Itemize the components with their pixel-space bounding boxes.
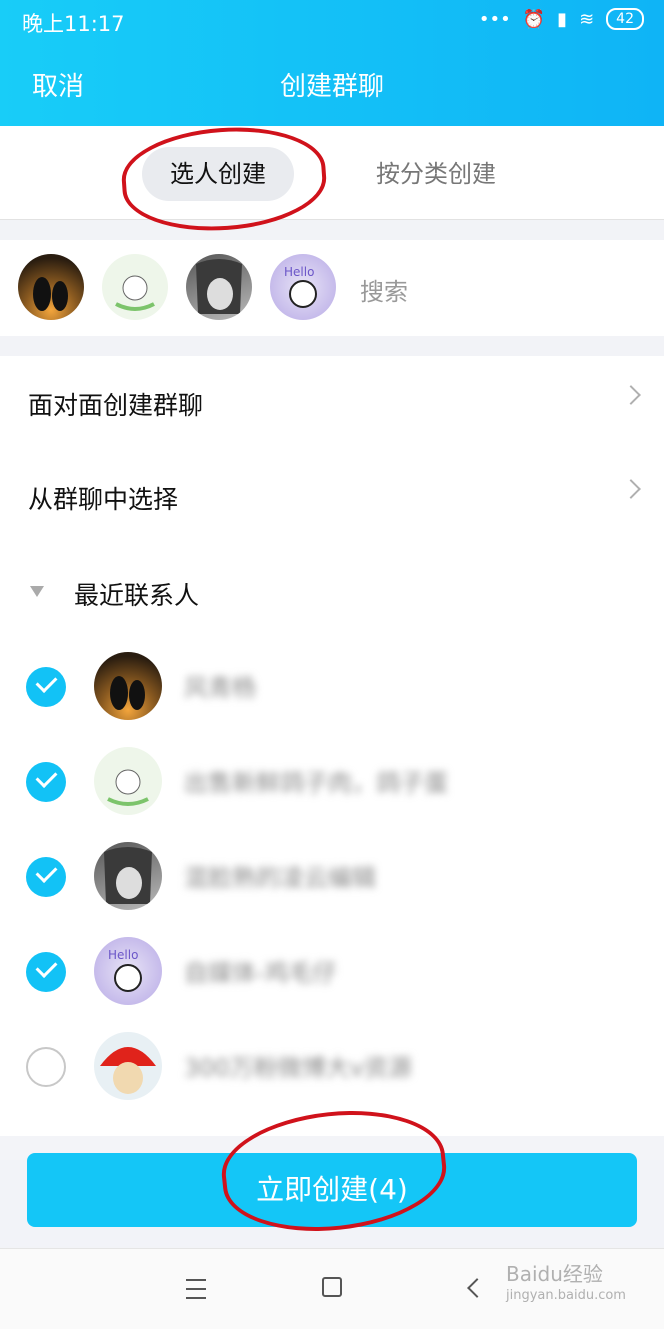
status-bar: 晚上11:17 ••• ⏰ ▮ ≋ 42 — [0, 0, 664, 44]
battery-icon: 42 — [606, 8, 644, 30]
more-dots-icon: ••• — [478, 8, 511, 30]
menu-icon[interactable] — [186, 1279, 206, 1299]
page-title: 创建群聊 — [279, 72, 384, 102]
avatar — [94, 1032, 162, 1100]
hello-sticker-icon: Hello — [108, 948, 142, 992]
avatar[interactable] — [18, 254, 84, 320]
watermark-url: jingyan.baidu.com — [506, 1288, 626, 1303]
watermark-brand: Baidu经验 — [506, 1262, 603, 1286]
avatar[interactable] — [186, 254, 252, 320]
nav-bar: 取消 创建群聊 — [0, 52, 664, 118]
face-to-face-create-row[interactable]: 面对面创建群聊 — [0, 356, 664, 448]
contact-name: 自媒体-鸡毛仔 — [184, 959, 337, 987]
home-icon[interactable] — [322, 1277, 342, 1297]
svg-text:Hello: Hello — [284, 265, 314, 279]
tab-by-category[interactable]: 按分类创建 — [348, 147, 524, 201]
contact-name: 混脸熟的凌云编辑 — [184, 864, 376, 892]
checkbox-checked[interactable] — [26, 667, 66, 707]
row-label: 面对面创建群聊 — [28, 391, 204, 420]
avatar — [94, 842, 162, 910]
create-now-button[interactable]: 立即创建(4) — [27, 1153, 637, 1227]
avatar: Hello — [94, 937, 162, 1005]
hello-sticker-icon: Hello — [284, 265, 317, 308]
search-input[interactable]: 搜索 — [360, 272, 408, 307]
avatar[interactable] — [102, 254, 168, 320]
contact-name: 300万粉微博大v资源 — [184, 1054, 413, 1082]
contact-row[interactable]: 出售新鲜鸽子肉，鸽子蛋 — [0, 735, 664, 830]
anime-face-icon — [196, 259, 242, 314]
baidu-watermark: Baidu经验 jingyan.baidu.com — [506, 1263, 626, 1307]
collapse-triangle-icon — [30, 586, 44, 597]
system-nav-bar: Baidu经验 jingyan.baidu.com — [0, 1248, 664, 1329]
bottom-action-bar: 立即创建(4) — [0, 1136, 664, 1246]
cartoon-face-icon — [115, 275, 155, 311]
status-time: 晚上11:17 — [22, 12, 125, 36]
tab-select-people[interactable]: 选人创建 — [142, 147, 294, 201]
avatar — [94, 652, 162, 720]
avatar — [94, 747, 162, 815]
alarm-icon: ⏰ — [522, 8, 546, 30]
section-title: 最近联系人 — [74, 581, 200, 610]
signal-icon: ▮ — [557, 8, 568, 30]
wifi-icon: ≋ — [579, 8, 595, 30]
penguin-silhouette-icon — [33, 277, 68, 311]
cartoon-face-icon — [107, 769, 149, 806]
contact-name: 风青杨 — [184, 674, 256, 702]
penguin-silhouette-icon — [110, 676, 145, 710]
red-helmet-meme-icon — [100, 1047, 156, 1094]
back-icon[interactable] — [467, 1278, 487, 1298]
contact-name: 出售新鲜鸽子肉，鸽子蛋 — [184, 769, 448, 797]
create-mode-tabs: 选人创建 按分类创建 — [0, 126, 664, 220]
anime-face-icon — [104, 847, 152, 904]
checkbox-checked[interactable] — [26, 952, 66, 992]
contact-list: 风青杨 出售新鲜鸽子肉，鸽子蛋 混脸熟的凌云编辑 Hello 自媒体-鸡毛仔 3… — [0, 640, 664, 1160]
checkbox-unchecked[interactable] — [26, 1047, 66, 1087]
recent-contacts-header[interactable]: 最近联系人 — [0, 546, 664, 640]
contact-row[interactable]: 混脸熟的凌云编辑 — [0, 830, 664, 925]
contact-row[interactable]: Hello 自媒体-鸡毛仔 — [0, 925, 664, 1020]
checkbox-checked[interactable] — [26, 762, 66, 802]
avatar[interactable]: Hello — [270, 254, 336, 320]
row-label: 从群聊中选择 — [28, 485, 179, 514]
select-from-group-row[interactable]: 从群聊中选择 — [0, 450, 664, 542]
selected-members-bar: Hello 搜索 — [0, 240, 664, 336]
chevron-right-icon — [621, 479, 641, 499]
app-header: 晚上11:17 ••• ⏰ ▮ ≋ 42 取消 创建群聊 — [0, 0, 664, 126]
chevron-right-icon — [621, 385, 641, 405]
contact-row[interactable]: 300万粉微博大v资源 — [0, 1020, 664, 1115]
create-options: 面对面创建群聊 从群聊中选择 — [0, 356, 664, 546]
contact-row[interactable]: 风青杨 — [0, 640, 664, 735]
status-icons: ••• ⏰ ▮ ≋ 42 — [479, 8, 644, 30]
checkbox-checked[interactable] — [26, 857, 66, 897]
svg-text:Hello: Hello — [108, 948, 138, 962]
